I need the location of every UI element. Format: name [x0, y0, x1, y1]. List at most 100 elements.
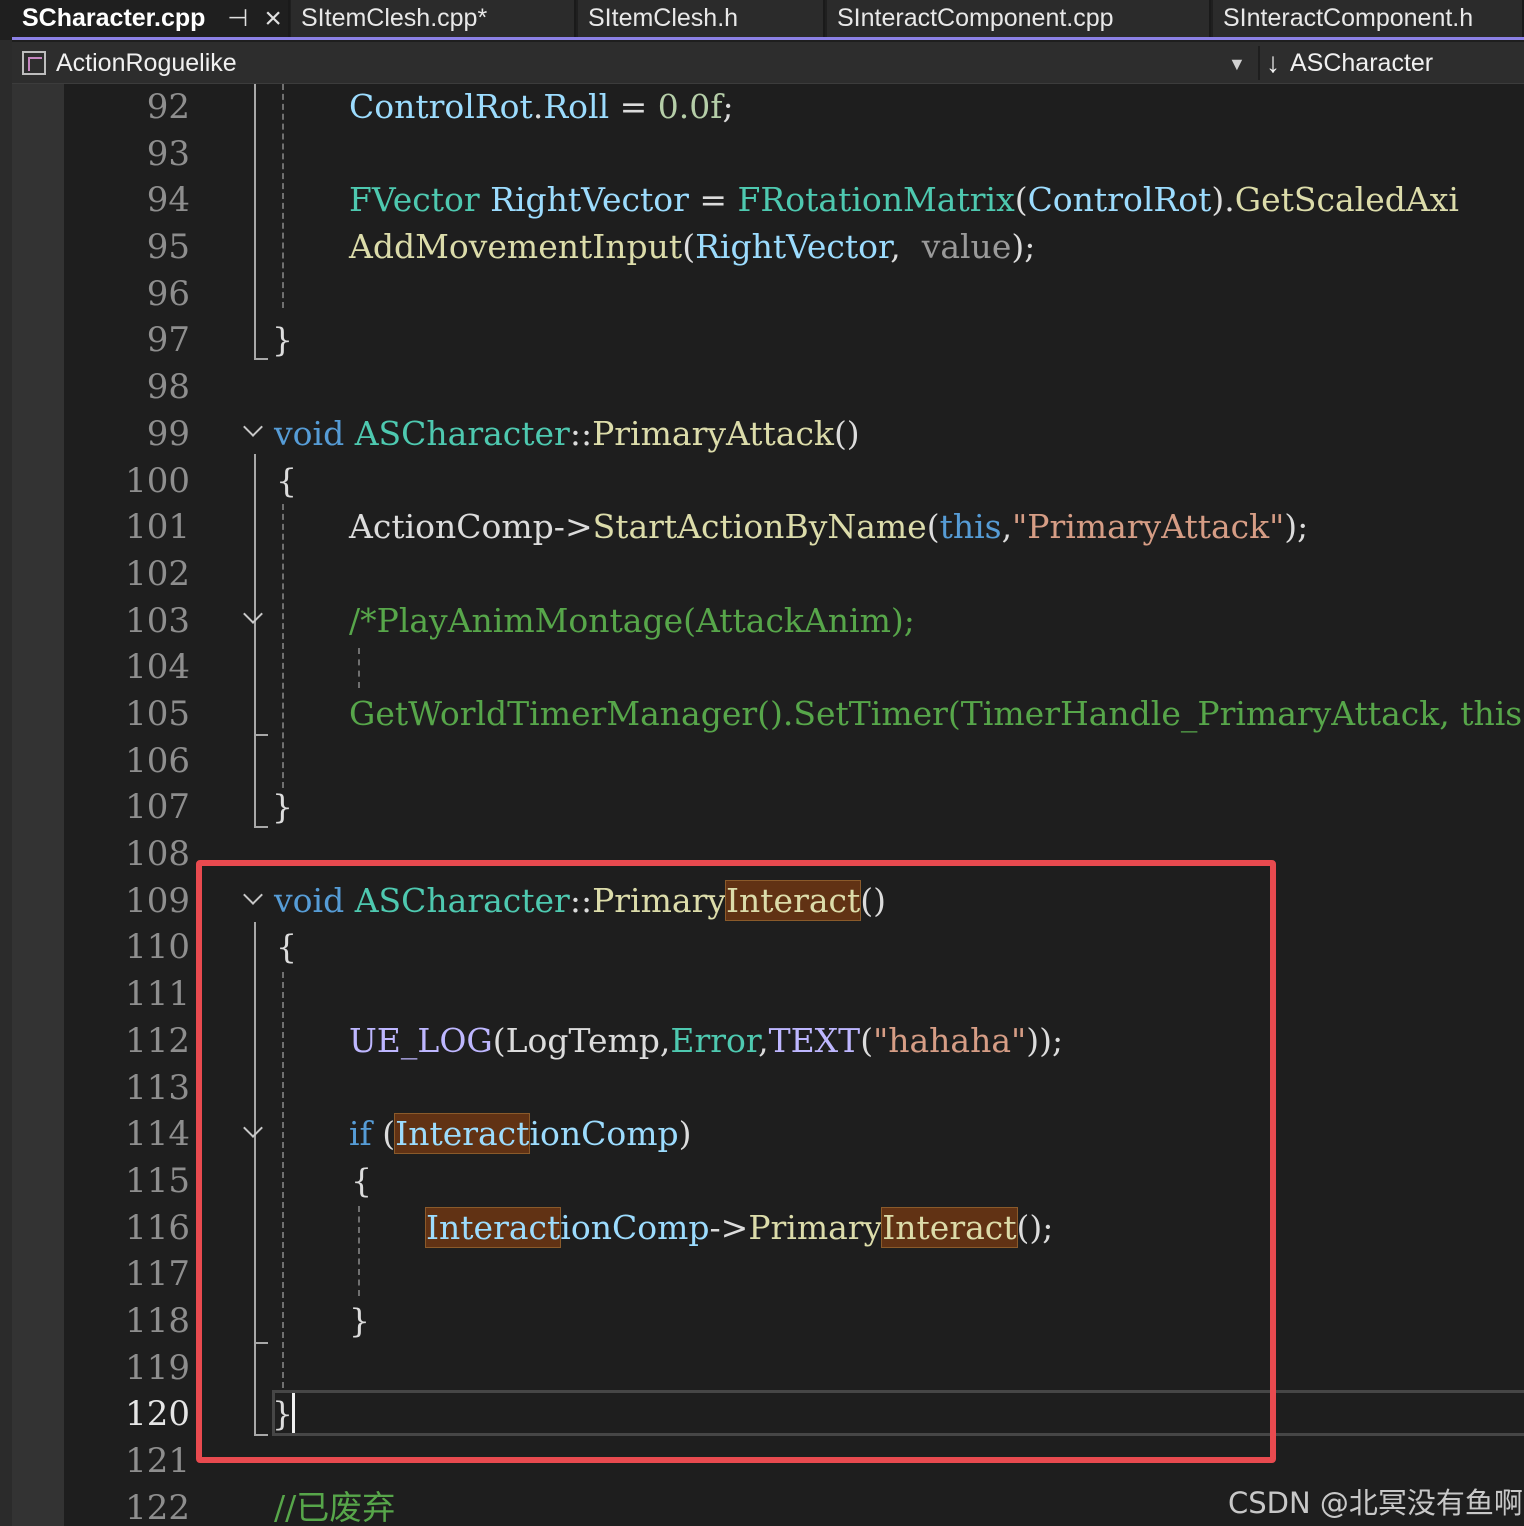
token: ).	[1211, 180, 1235, 219]
cpp-project-icon	[22, 51, 46, 75]
line-number: 113	[125, 1068, 190, 1108]
token: RightVector	[695, 227, 891, 266]
line-number: 119	[125, 1348, 190, 1388]
project-name: ActionRoguelike	[56, 48, 237, 77]
divider	[1258, 46, 1260, 80]
indent-guide	[282, 84, 284, 308]
token: ControlRot	[349, 87, 533, 126]
line-number: 111	[125, 974, 190, 1014]
line-number: 116	[125, 1208, 190, 1248]
line-number: 100	[125, 461, 190, 501]
token: ActionComp	[349, 507, 554, 546]
line-number: 99	[146, 414, 190, 454]
token: ;	[722, 87, 734, 126]
tab-label: SInteractComponent.cpp	[837, 4, 1114, 32]
line-number: 114	[125, 1114, 190, 1154]
collapse-chevron-icon[interactable]	[244, 607, 262, 625]
line-number: 105	[125, 694, 190, 734]
code-line-122: //已废弃	[274, 1485, 395, 1526]
code-line-99: void ASCharacter::PrimaryAttack()	[274, 411, 860, 457]
line-number: 102	[125, 554, 190, 594]
line-number: 101	[125, 507, 190, 547]
indent-guide	[282, 504, 284, 788]
line-number: 97	[146, 320, 190, 360]
tab-scharacter-cpp[interactable]: SCharacter.cpp ⊣ ×	[12, 0, 290, 37]
token: {	[276, 461, 297, 500]
line-number: 103	[125, 601, 190, 641]
token: =	[609, 87, 658, 126]
line-number: 118	[125, 1301, 190, 1341]
line-number: 109	[125, 881, 190, 921]
token: this	[939, 507, 1002, 546]
token: }	[272, 320, 293, 359]
class-dropdown[interactable]: ↓ ASCharacter	[1262, 42, 1433, 84]
outline-bracket-end	[254, 826, 268, 828]
line-number: 107	[125, 787, 190, 827]
arrow-down-icon: ↓	[1266, 47, 1280, 78]
project-dropdown[interactable]: ActionRoguelike	[12, 42, 1250, 84]
token: value	[921, 227, 1012, 266]
token: GetScaledAxi	[1234, 180, 1459, 219]
outline-bracket-end	[254, 358, 268, 360]
current-line-number: 120	[125, 1394, 190, 1434]
pin-icon[interactable]: ⊣	[227, 4, 248, 33]
token: );	[1011, 227, 1036, 266]
code-line-103: /*PlayAnimMontage(AttackAnim);	[349, 598, 915, 644]
left-window-edge	[0, 40, 12, 1526]
token: //已废弃	[274, 1488, 396, 1526]
indent-guide	[358, 648, 360, 688]
token: }	[272, 787, 293, 826]
line-number: 112	[125, 1021, 190, 1061]
line-number: 121	[125, 1441, 190, 1481]
token: .	[532, 87, 544, 126]
token: Roll	[543, 87, 610, 126]
close-icon[interactable]: ×	[264, 3, 282, 34]
outline-bracket-end	[254, 734, 268, 736]
token: /*PlayAnimMontage(AttackAnim);	[349, 601, 915, 640]
token: (	[926, 507, 940, 546]
token: AddMovementInput	[349, 227, 683, 266]
token: FRotationMatrix	[737, 180, 1015, 219]
tab-label: SItemClesh.h	[588, 4, 739, 32]
class-name: ASCharacter	[1290, 48, 1434, 77]
token: StartActionByName	[592, 507, 927, 546]
tab-sinteractcomponent-h[interactable]: SInteractComponent.h	[1213, 0, 1524, 37]
code-line-92: ControlRot.Roll = 0.0f;	[349, 84, 734, 130]
token: "PrimaryAttack"	[1012, 507, 1285, 546]
token: PrimaryAttack	[592, 414, 834, 453]
line-number: 104	[125, 647, 190, 687]
code-line-100: {	[276, 458, 297, 504]
line-number: 117	[125, 1254, 190, 1294]
document-tab-strip: SCharacter.cpp ⊣ × SItemClesh.cpp* SItem…	[0, 0, 1524, 40]
tab-sitemclesh-cpp[interactable]: SItemClesh.cpp*	[291, 0, 576, 37]
token: ASCharacter	[354, 414, 570, 453]
navigation-bar: ActionRoguelike ▼ ↓ ASCharacter	[12, 42, 1524, 84]
tab-sinteractcomponent-cpp[interactable]: SInteractComponent.cpp	[827, 0, 1211, 37]
token: ControlRot	[1027, 180, 1212, 219]
code-line-95: AddMovementInput(RightVector, value);	[349, 224, 1035, 270]
line-number: 94	[146, 180, 190, 220]
collapse-chevron-icon[interactable]	[244, 420, 262, 438]
line-number: 98	[146, 367, 190, 407]
chevron-down-icon[interactable]: ▼	[1228, 54, 1246, 75]
token: (	[682, 227, 696, 266]
line-number: 122	[125, 1488, 190, 1526]
token: ,	[890, 227, 922, 266]
line-number: 108	[125, 834, 190, 874]
active-tab-accent	[12, 37, 1524, 40]
line-number: 92	[146, 87, 190, 127]
code-line-97: }	[272, 317, 293, 363]
token: void	[274, 414, 345, 453]
outline-bracket	[254, 84, 256, 360]
code-line-94: FVector RightVector = FRotationMatrix(Co…	[349, 177, 1459, 223]
line-number: 110	[125, 927, 190, 967]
line-number: 93	[146, 134, 190, 174]
code-line-105: GetWorldTimerManager().SetTimer(TimerHan…	[349, 691, 1522, 737]
token: FVector	[349, 180, 480, 219]
line-number: 115	[125, 1161, 190, 1201]
code-line-101: ActionComp->StartActionByName(this,"Prim…	[349, 504, 1308, 550]
tab-label: SCharacter.cpp	[22, 4, 206, 32]
code-line-107: }	[272, 784, 293, 830]
tab-sitemclesh-h[interactable]: SItemClesh.h	[578, 0, 825, 37]
